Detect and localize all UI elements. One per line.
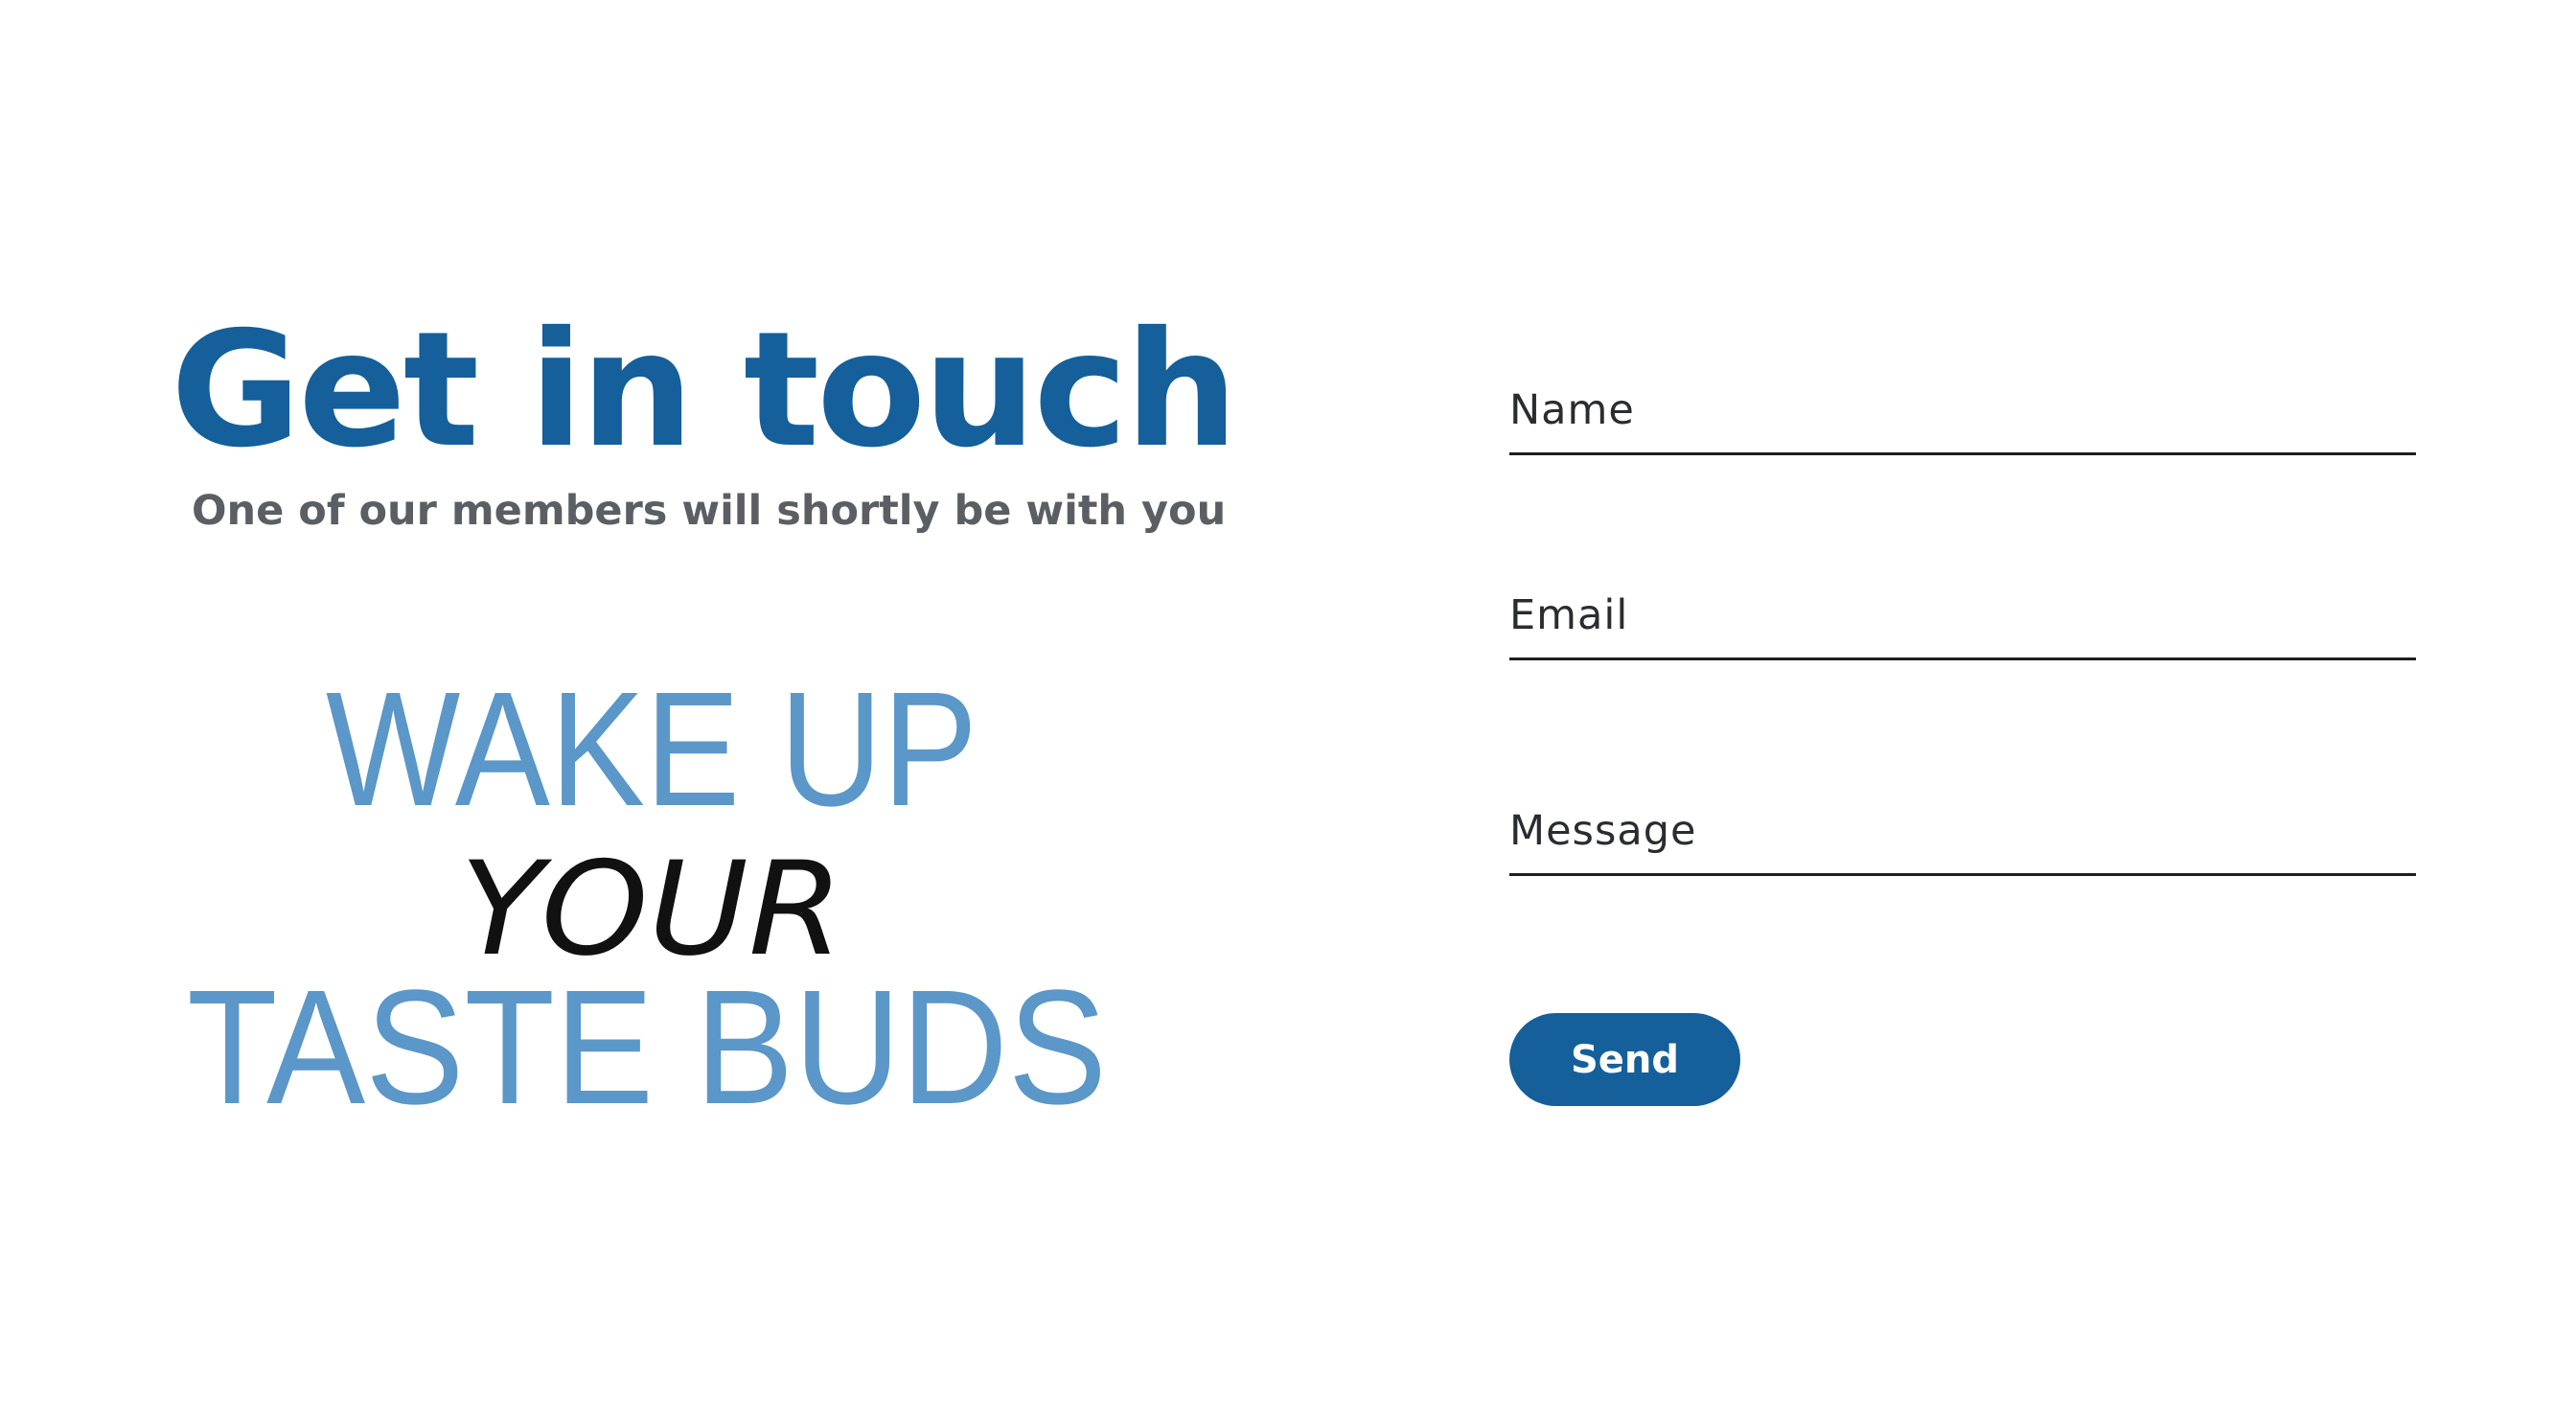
- logo-line-taste-buds: TASTE BUDS: [187, 957, 1107, 1126]
- page-title: Get in touch: [171, 298, 1238, 483]
- message-label: Message: [1509, 807, 1697, 855]
- page-subtitle: One of our members will shortly be with …: [192, 487, 1227, 535]
- send-button[interactable]: Send: [1509, 1013, 1740, 1106]
- logo-line-wake-up: WAKE UP: [326, 676, 978, 841]
- name-field[interactable]: Name: [1509, 364, 2416, 455]
- email-label: Email: [1509, 591, 1629, 639]
- email-field[interactable]: Email: [1509, 575, 2416, 660]
- name-label: Name: [1509, 386, 1635, 434]
- wake-up-your-taste-buds-logo: WAKE UP YOUR TASTE BUDS: [182, 676, 1112, 1126]
- message-field[interactable]: Message: [1509, 781, 2416, 876]
